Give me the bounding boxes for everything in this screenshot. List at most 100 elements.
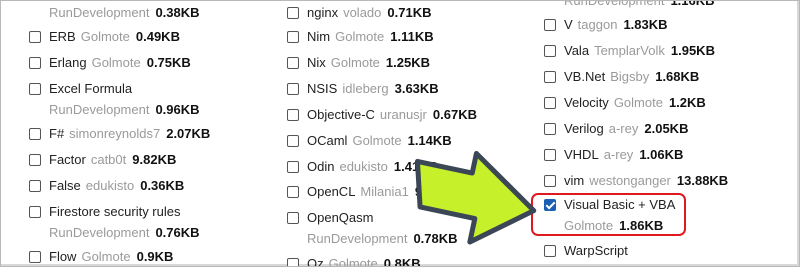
language-item[interactable]: Factor catb0t 9.82KB bbox=[29, 151, 176, 169]
author-link[interactable]: RunDevelopment bbox=[307, 230, 407, 248]
author-link[interactable]: uranusjr bbox=[380, 106, 427, 124]
language-item[interactable]: Nim Golmote 1.11KB bbox=[287, 28, 434, 46]
checkbox[interactable] bbox=[544, 19, 556, 31]
author-link[interactable]: Golmote bbox=[329, 255, 378, 266]
author-link[interactable]: a-rey bbox=[604, 146, 634, 164]
checkbox[interactable] bbox=[287, 83, 299, 95]
language-item[interactable]: WarpScript bbox=[544, 242, 633, 260]
checkbox[interactable] bbox=[287, 7, 299, 19]
author-link[interactable]: Bigsby bbox=[610, 68, 649, 86]
author-link[interactable]: volado bbox=[343, 4, 381, 22]
checkbox[interactable] bbox=[29, 31, 41, 43]
language-item[interactable]: Excel Formula RunDevelopment 0.96KB bbox=[29, 80, 200, 119]
checkbox[interactable] bbox=[287, 161, 299, 173]
author-link[interactable]: RunDevelopment bbox=[49, 101, 149, 119]
language-row[interactable]: Factor catb0t 9.82KB bbox=[29, 151, 176, 169]
checkbox[interactable] bbox=[29, 154, 41, 166]
language-row[interactable]: nginx volado 0.71KB bbox=[287, 4, 431, 22]
checkbox[interactable] bbox=[544, 123, 556, 135]
language-row[interactable]: Erlang Golmote 0.75KB bbox=[29, 54, 191, 72]
language-item[interactable]: RunDevelopment 0.38KB bbox=[29, 4, 200, 22]
author-link[interactable]: westonganger bbox=[589, 172, 671, 190]
language-item[interactable]: Erlang Golmote 0.75KB bbox=[29, 54, 191, 72]
author-link[interactable]: edukisto bbox=[339, 158, 387, 176]
language-item[interactable]: VB.Net Bigsby 1.68KB bbox=[544, 68, 699, 86]
language-item[interactable]: Oz Golmote 0.8KB bbox=[287, 255, 421, 266]
language-row[interactable]: RunDevelopment 0.38KB bbox=[29, 4, 200, 22]
language-row[interactable]: WarpScript bbox=[544, 242, 633, 260]
language-row[interactable]: Flow Golmote 0.9KB bbox=[29, 248, 173, 266]
language-item[interactable]: ERB Golmote 0.49KB bbox=[29, 28, 180, 46]
checkbox[interactable] bbox=[29, 251, 41, 263]
author-link[interactable]: RunDevelopment bbox=[49, 4, 149, 22]
language-item[interactable]: nginx volado 0.71KB bbox=[287, 4, 431, 22]
checkbox[interactable] bbox=[287, 212, 299, 224]
author-link[interactable]: Golmote bbox=[331, 54, 380, 72]
language-row[interactable]: Nim Golmote 1.11KB bbox=[287, 28, 434, 46]
language-row[interactable]: Oz Golmote 0.8KB bbox=[287, 255, 421, 266]
checkbox[interactable] bbox=[544, 97, 556, 109]
language-item[interactable]: Verilog a-rey 2.05KB bbox=[544, 120, 688, 138]
language-item[interactable]: Firestore security rules RunDevelopment 0.… bbox=[29, 203, 200, 242]
language-item[interactable]: VHDL a-rey 1.06KB bbox=[544, 146, 683, 164]
language-row[interactable]: RunDevelopment 1.16KB bbox=[544, 1, 715, 10]
language-row[interactable]: Firestore security rules bbox=[29, 203, 200, 221]
language-row[interactable]: OCaml Golmote 1.14KB bbox=[287, 132, 452, 150]
language-item[interactable]: Flow Golmote 0.9KB bbox=[29, 248, 173, 266]
language-row[interactable]: False edukisto 0.36KB bbox=[29, 177, 184, 195]
author-link[interactable]: Golmote bbox=[81, 248, 130, 266]
language-item[interactable]: Objective-C uranusjr 0.67KB bbox=[287, 106, 477, 124]
language-item[interactable]: OCaml Golmote 1.14KB bbox=[287, 132, 452, 150]
author-link[interactable]: a-rey bbox=[609, 120, 639, 138]
author-link[interactable]: simonreynolds7 bbox=[69, 125, 160, 143]
checkbox[interactable] bbox=[29, 206, 41, 218]
language-row[interactable]: F# simonreynolds7 2.07KB bbox=[29, 125, 210, 143]
checkbox[interactable] bbox=[287, 186, 299, 198]
author-link[interactable]: Golmote bbox=[352, 132, 401, 150]
language-row[interactable]: Objective-C uranusjr 0.67KB bbox=[287, 106, 477, 124]
language-item[interactable]: Vtaggon 1.83KB bbox=[544, 16, 668, 34]
author-link[interactable]: Golmote bbox=[81, 28, 130, 46]
author-link[interactable]: Golmote bbox=[335, 28, 384, 46]
checkbox[interactable] bbox=[29, 83, 41, 95]
checkbox[interactable] bbox=[29, 57, 41, 69]
language-row[interactable]: VB.Net Bigsby 1.68KB bbox=[544, 68, 699, 86]
language-item[interactable]: NSIS idleberg 3.63KB bbox=[287, 80, 439, 98]
checkbox[interactable] bbox=[287, 135, 299, 147]
language-item[interactable]: False edukisto 0.36KB bbox=[29, 177, 184, 195]
language-row[interactable]: Excel Formula bbox=[29, 80, 200, 98]
author-link[interactable]: RunDevelopment bbox=[564, 1, 664, 10]
author-link[interactable]: catb0t bbox=[91, 151, 126, 169]
checkbox[interactable] bbox=[544, 71, 556, 83]
checkbox[interactable] bbox=[287, 109, 299, 121]
language-row[interactable]: Verilog a-rey 2.05KB bbox=[544, 120, 688, 138]
author-link[interactable]: edukisto bbox=[86, 177, 134, 195]
language-row[interactable]: Velocity Golmote 1.2KB bbox=[544, 94, 706, 112]
language-row[interactable]: NSIS idleberg 3.63KB bbox=[287, 80, 439, 98]
language-item[interactable]: RunDevelopment 1.16KB bbox=[544, 1, 715, 10]
language-item[interactable]: vim westonganger 13.88KB bbox=[544, 172, 728, 190]
language-row[interactable]: Nix Golmote 1.25KB bbox=[287, 54, 430, 72]
language-row[interactable]: ERB Golmote 0.49KB bbox=[29, 28, 180, 46]
checkbox[interactable] bbox=[29, 180, 41, 192]
author-link[interactable]: taggon bbox=[578, 16, 618, 34]
language-row[interactable]: Vtaggon 1.83KB bbox=[544, 16, 668, 34]
checkbox[interactable] bbox=[287, 258, 299, 266]
language-row[interactable]: VHDL a-rey 1.06KB bbox=[544, 146, 683, 164]
checkbox[interactable] bbox=[287, 31, 299, 43]
language-item[interactable]: F# simonreynolds7 2.07KB bbox=[29, 125, 210, 143]
checkbox[interactable] bbox=[287, 57, 299, 69]
checkbox[interactable] bbox=[544, 45, 556, 57]
author-link[interactable]: Milania1 bbox=[360, 183, 408, 201]
language-item[interactable]: Vala TemplarVolk 1.95KB bbox=[544, 42, 715, 60]
language-item[interactable]: Nix Golmote 1.25KB bbox=[287, 54, 430, 72]
language-item[interactable]: Velocity Golmote 1.2KB bbox=[544, 94, 706, 112]
language-row[interactable]: Vala TemplarVolk 1.95KB bbox=[544, 42, 715, 60]
language-row[interactable]: vim westonganger 13.88KB bbox=[544, 172, 728, 190]
author-link[interactable]: Golmote bbox=[92, 54, 141, 72]
author-link[interactable]: RunDevelopment bbox=[49, 224, 149, 242]
author-link[interactable]: TemplarVolk bbox=[594, 42, 665, 60]
author-link[interactable]: idleberg bbox=[342, 80, 388, 98]
author-link[interactable]: Golmote bbox=[614, 94, 663, 112]
checkbox[interactable] bbox=[29, 128, 41, 140]
